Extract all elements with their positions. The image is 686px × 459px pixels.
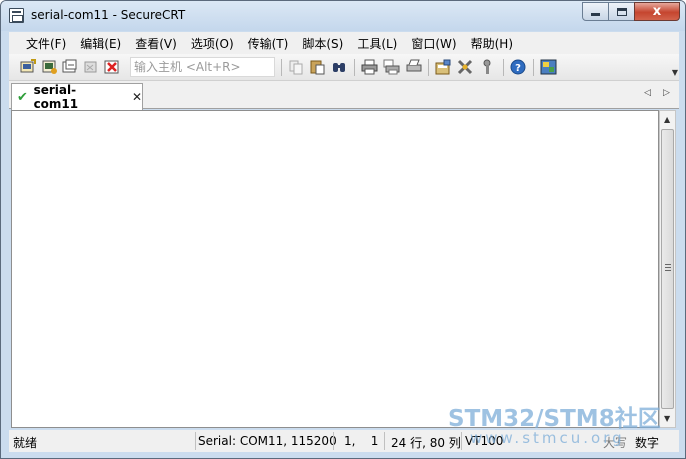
toolbar: ? ▼: [9, 54, 679, 81]
tab-next-icon[interactable]: ▷: [663, 88, 670, 98]
check-icon: ✔: [17, 89, 28, 105]
menu-help[interactable]: 帮助(H): [464, 35, 520, 52]
global-options-icon[interactable]: [457, 59, 474, 75]
menu-edit[interactable]: 编辑(E): [73, 35, 128, 52]
tab-serial-com11[interactable]: ✔ serial-com11 ✕: [11, 83, 143, 111]
menu-options[interactable]: 选项(O): [184, 35, 241, 52]
status-ready: 就绪: [13, 436, 38, 450]
session-options-icon[interactable]: [435, 59, 452, 75]
print-selection-icon[interactable]: [383, 59, 400, 75]
status-separator: [195, 432, 196, 450]
app-icon[interactable]: [9, 8, 24, 23]
toolbar-separator: [354, 59, 355, 76]
minimize-icon: [591, 13, 600, 16]
disconnect-icon[interactable]: [104, 59, 121, 75]
status-separator: [333, 432, 334, 450]
maximize-button[interactable]: [608, 2, 635, 21]
toolbar-separator: [428, 59, 429, 76]
connect-in-tab-icon[interactable]: [41, 59, 58, 75]
tab-prev-icon[interactable]: ◁: [644, 88, 651, 98]
scroll-down-icon[interactable]: ▼: [664, 414, 670, 423]
find-icon[interactable]: [331, 59, 348, 75]
window-title: serial-com11 - SecureCRT: [31, 8, 186, 22]
reconnect-icon[interactable]: [62, 59, 79, 75]
close-icon: x: [652, 4, 662, 19]
tab-label: serial-com11: [33, 83, 79, 111]
menu-transfer[interactable]: 传输(T): [241, 35, 296, 52]
menu-window[interactable]: 窗口(W): [404, 35, 463, 52]
toolbar-overflow-icon[interactable]: ▼: [672, 68, 678, 77]
tab-strip: ✔ serial-com11 ✕ ◁ ▷: [9, 81, 679, 111]
menu-bar: 文件(F) 编辑(E) 查看(V) 选项(O) 传输(T) 脚本(S) 工具(L…: [9, 32, 679, 54]
status-separator: [461, 432, 462, 450]
status-bar: 就绪 Serial: COM11, 115200 1, 1 24 行, 80 列…: [9, 430, 679, 452]
securecrt-window: serial-com11 - SecureCRT x 文件(F) 编辑(E) 查…: [0, 0, 686, 459]
close-button[interactable]: x: [634, 2, 680, 21]
vertical-scrollbar[interactable]: ▲ ▼: [659, 110, 676, 428]
toolbar-separator: [533, 59, 534, 76]
status-caps-lock: 大写: [603, 436, 628, 450]
toolbar-separator: [281, 59, 282, 76]
scroll-up-icon[interactable]: ▲: [664, 115, 670, 124]
status-terminal-size: 24 行, 80 列: [391, 436, 461, 450]
menu-view[interactable]: 查看(V): [128, 35, 184, 52]
terminal-area[interactable]: [11, 110, 659, 428]
print-icon[interactable]: [361, 59, 378, 75]
svg-text:?: ?: [515, 63, 521, 74]
screenshot-icon[interactable]: [540, 59, 557, 75]
help-icon[interactable]: ?: [510, 59, 527, 75]
host-input[interactable]: [130, 57, 275, 77]
menu-file[interactable]: 文件(F): [19, 35, 73, 52]
scrollbar-thumb[interactable]: [661, 129, 674, 409]
paste-icon[interactable]: [309, 59, 326, 75]
quick-connect-icon[interactable]: [20, 59, 37, 75]
status-separator: [384, 432, 385, 450]
maximize-icon: [616, 7, 627, 16]
status-cursor-position: 1, 1: [344, 434, 379, 448]
reconnect-all-icon[interactable]: [83, 59, 100, 75]
status-terminal-type: VT100: [465, 434, 504, 448]
tab-close-icon[interactable]: ✕: [132, 90, 142, 104]
window-controls: x: [582, 2, 680, 21]
toolbar-separator: [503, 59, 504, 76]
menu-script[interactable]: 脚本(S): [295, 35, 350, 52]
minimize-button[interactable]: [582, 2, 609, 21]
print-setup-icon[interactable]: [405, 59, 422, 75]
scrollbar-grip-icon: [665, 264, 671, 271]
title-bar[interactable]: serial-com11 - SecureCRT x: [1, 1, 685, 31]
menu-tools[interactable]: 工具(L): [350, 35, 404, 52]
copy-icon[interactable]: [288, 59, 305, 75]
status-num-lock: 数字: [635, 436, 660, 450]
keymap-icon[interactable]: [479, 59, 496, 75]
status-connection: Serial: COM11, 115200: [198, 434, 337, 448]
